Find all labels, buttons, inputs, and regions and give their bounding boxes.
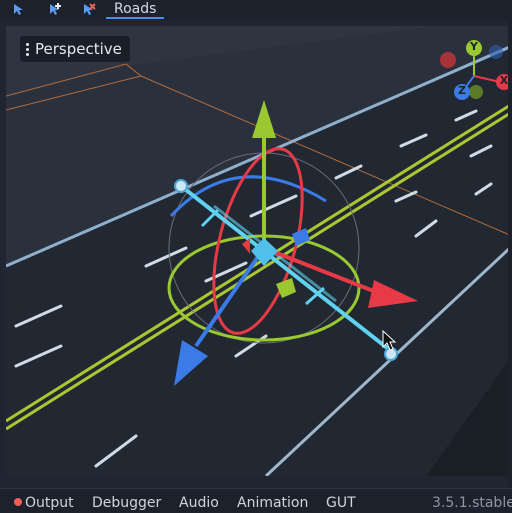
tab-gut[interactable]: GUT: [326, 495, 356, 511]
perspective-label: Perspective: [35, 40, 122, 58]
version-label: 3.5.1.stable: [432, 495, 512, 511]
kebab-menu-icon: [26, 42, 29, 56]
select-nodes-icon[interactable]: [8, 0, 30, 18]
3d-viewport[interactable]: Y X Z Perspective: [6, 26, 512, 476]
viewport-border: [508, 20, 512, 488]
mouse-cursor-icon: [382, 330, 397, 351]
tab-roads[interactable]: Roads: [106, 0, 172, 18]
active-tab-indicator: [106, 17, 164, 19]
tab-output[interactable]: Output: [14, 495, 74, 511]
add-node-icon[interactable]: [44, 0, 66, 18]
tab-output-label: Output: [25, 495, 74, 511]
error-dot-icon: [14, 498, 22, 506]
tab-audio[interactable]: Audio: [179, 495, 219, 511]
tab-debugger[interactable]: Debugger: [92, 495, 161, 511]
tab-animation[interactable]: Animation: [237, 495, 308, 511]
bottom-panel-tabs: Output Debugger Audio Animation GUT 3.5.…: [0, 488, 512, 513]
editor-toolbar: Roads: [0, 0, 512, 20]
remove-node-icon[interactable]: [78, 0, 100, 18]
perspective-menu-button[interactable]: Perspective: [20, 36, 130, 62]
scene-render: [6, 26, 512, 476]
gizmo-z-label: Z: [458, 84, 466, 97]
gizmo-y-label: Y: [470, 40, 478, 53]
